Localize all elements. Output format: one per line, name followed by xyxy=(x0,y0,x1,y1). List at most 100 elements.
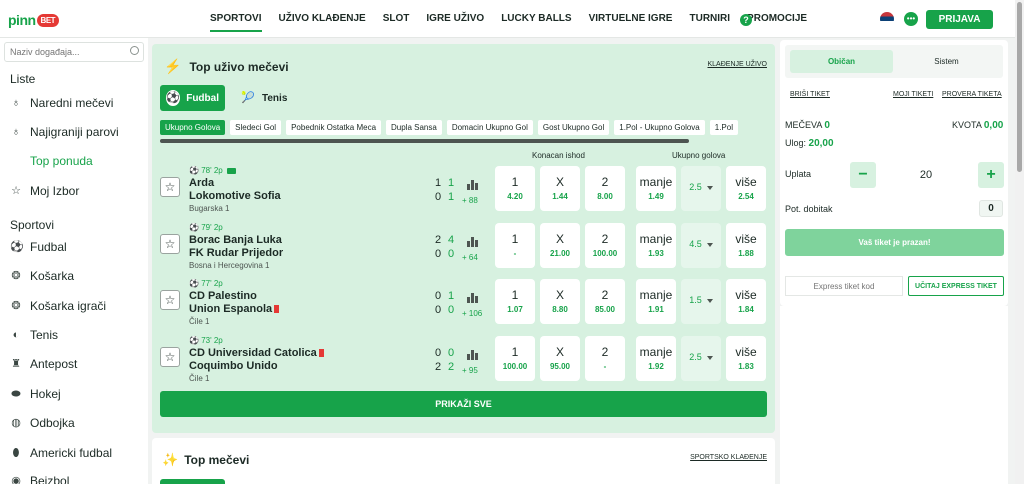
sidebar-item-fudbal[interactable]: ⚽ Fudbal xyxy=(10,240,67,254)
page-scrollbar[interactable] xyxy=(1015,0,1024,484)
search-input[interactable] xyxy=(4,42,144,62)
chat-icon[interactable]: ••• xyxy=(904,12,918,26)
odd-label: X xyxy=(555,288,564,302)
odd-under-button[interactable]: manje 1.93 xyxy=(636,223,676,268)
odd-2-button[interactable]: 2 100.00 xyxy=(585,223,625,268)
favorite-star-icon[interactable]: ☆ xyxy=(160,177,180,197)
sidebar-item-moj-izbor[interactable]: ☆ Moj Izbor xyxy=(10,184,79,198)
nav-uzivo-kladjenje[interactable]: UŽIVO KLAĐENJE xyxy=(279,13,366,32)
favorite-star-icon[interactable]: ☆ xyxy=(160,347,180,367)
more-markets[interactable]: + 64 xyxy=(462,253,478,262)
market-tab[interactable]: Dupla Sansa xyxy=(386,120,442,135)
more-markets[interactable]: + 95 xyxy=(462,366,478,375)
odd-2-button[interactable]: 2 8.00 xyxy=(585,166,625,211)
odd-x-button[interactable]: X 1.44 xyxy=(540,166,580,211)
help-icon[interactable]: ? xyxy=(740,14,752,26)
sidebar-item-antepost[interactable]: ♜ Antepost xyxy=(10,357,77,371)
sidebar-item-kosarka-igraci[interactable]: ❂ Košarka igrači xyxy=(10,299,106,313)
odd-under-button[interactable]: manje 1.91 xyxy=(636,279,676,324)
odd-1-button[interactable]: 1 1.07 xyxy=(495,279,535,324)
sports-betting-link[interactable]: SPORTSKO KLAĐENJE xyxy=(690,454,767,461)
check-ticket-link[interactable]: PROVERA TIKETA xyxy=(942,91,1002,98)
nav-slot[interactable]: SLOT xyxy=(383,13,410,32)
sidebar-item-naredni[interactable]: ♁ Naredni mečevi xyxy=(10,96,114,110)
nav-turniri[interactable]: TURNIRI xyxy=(689,13,730,32)
nav-igre-uzivo[interactable]: IGRE UŽIVO xyxy=(426,13,484,32)
goal-line-select[interactable]: 4.5 xyxy=(681,223,721,268)
nav-promocije[interactable]: PROMOCIJE xyxy=(747,13,807,32)
stats-icon[interactable] xyxy=(467,237,479,247)
match-row[interactable]: ☆ ⚽ 77' 2p CD Palestino Union Espanola Čile … xyxy=(160,279,767,327)
nav-sportovi[interactable]: SPORTOVI xyxy=(210,13,262,32)
odd-under-button[interactable]: manje 1.49 xyxy=(636,166,676,211)
market-tab[interactable]: 1.Pol xyxy=(709,120,738,135)
goal-line-select[interactable]: 2.5 xyxy=(681,336,721,381)
odd-x-button[interactable]: X 8.80 xyxy=(540,279,580,324)
nav-lucky-balls[interactable]: LUCKY BALLS xyxy=(501,13,571,32)
odd-1-button[interactable]: 1- xyxy=(495,223,535,268)
market-tab[interactable]: Sledeci Gol xyxy=(230,120,282,135)
odd-1-button[interactable]: 1 4.20 xyxy=(495,166,535,211)
sidebar-item-odbojka[interactable]: ◍ Odbojka xyxy=(10,416,75,430)
sidebar-item-kosarka[interactable]: ❂ Košarka xyxy=(10,269,74,283)
odd-over-button[interactable]: više 1.88 xyxy=(726,223,766,268)
goal-line-select[interactable]: 2.5 xyxy=(681,166,721,211)
express-code-input[interactable] xyxy=(785,276,903,296)
favorite-star-icon[interactable]: ☆ xyxy=(160,234,180,254)
match-row[interactable]: ☆ ⚽ 78' 2p Arda Lokomotive Sofia Bugarska 1 1… xyxy=(160,166,767,214)
top-sport-tab[interactable] xyxy=(160,479,225,484)
odd-over-button[interactable]: više 2.54 xyxy=(726,166,766,211)
ticket-tab-obican[interactable]: Običan xyxy=(790,50,893,73)
odd-2-button[interactable]: 2- xyxy=(585,336,625,381)
sidebar-item-top-ponuda[interactable]: Top ponuda xyxy=(30,154,93,168)
odd-under-button[interactable]: manje 1.92 xyxy=(636,336,676,381)
odd-2-button[interactable]: 2 85.00 xyxy=(585,279,625,324)
stats-icon[interactable] xyxy=(467,350,479,360)
market-tab[interactable]: Gost Ukupno Gol xyxy=(537,120,610,135)
market-tab[interactable]: Pobednik Ostatka Meca xyxy=(286,120,382,135)
increase-stake-button[interactable]: + xyxy=(978,162,1004,188)
league-name: Čile 1 xyxy=(189,317,210,326)
show-all-button[interactable]: PRIKAŽI SVE xyxy=(160,391,767,417)
odd-over-button[interactable]: više 1.84 xyxy=(726,279,766,324)
sport-tab-tenis[interactable]: 🎾 Tenis xyxy=(234,85,293,111)
stats-icon[interactable] xyxy=(467,180,479,190)
odd-1-button[interactable]: 1 100.00 xyxy=(495,336,535,381)
page-scrollbar-thumb[interactable] xyxy=(1017,2,1022,172)
match-row[interactable]: ☆ ⚽ 79' 2p Borac Banja Luka FK Rudar Prijed… xyxy=(160,223,767,271)
sidebar-item-americki-fudbal[interactable]: ⬮ Americki fudbal xyxy=(10,446,113,460)
load-express-button[interactable]: UČITAJ EXPRESS TIKET xyxy=(908,276,1004,296)
ticket-tab-sistem[interactable]: Sistem xyxy=(895,50,998,73)
more-markets[interactable]: + 106 xyxy=(462,309,482,318)
odd-x-button[interactable]: X 95.00 xyxy=(540,336,580,381)
match-row[interactable]: ☆ ⚽ 73' 2p CD Universidad Catolica Coquimbo… xyxy=(160,336,767,384)
logo[interactable]: pinn BET xyxy=(8,12,60,28)
ticket-empty-button[interactable]: Vaš tiket je prazan! xyxy=(785,229,1004,256)
sidebar-item-najigraniji[interactable]: ♁ Najigraniji parovi xyxy=(10,125,119,139)
sport-tab-fudbal[interactable]: ⚽ Fudbal xyxy=(160,85,225,111)
live-betting-link[interactable]: KLAĐENJE UŽIVO xyxy=(707,61,767,68)
star-icon: ☆ xyxy=(11,185,21,197)
odd-x-button[interactable]: X 21.00 xyxy=(540,223,580,268)
login-button[interactable]: PRIJAVA xyxy=(926,10,993,29)
more-markets[interactable]: + 88 xyxy=(462,196,478,205)
clear-ticket-link[interactable]: BRIŠI TIKET xyxy=(790,91,830,98)
serbian-flag-icon[interactable] xyxy=(880,12,894,26)
market-tab[interactable]: Domacin Ukupno Gol xyxy=(446,120,533,135)
my-tickets-link[interactable]: MOJI TIKETI xyxy=(893,91,933,98)
sidebar-item-hokej[interactable]: ⬬ Hokej xyxy=(10,387,60,401)
search-icon[interactable] xyxy=(130,46,139,55)
market-tab[interactable]: Ukupno Golova xyxy=(160,120,226,135)
decrease-stake-button[interactable]: − xyxy=(850,162,876,188)
market-tab[interactable]: 1.Pol - Ukupno Golova xyxy=(614,120,705,135)
nav-virtuelne-igre[interactable]: VIRTUELNE IGRE xyxy=(589,13,673,32)
stats-icon[interactable] xyxy=(467,293,479,303)
sidebar-item-tenis[interactable]: ◐ Tenis xyxy=(10,328,58,342)
odd-over-button[interactable]: više 1.83 xyxy=(726,336,766,381)
stake-amount[interactable]: 20 xyxy=(896,169,956,181)
market-tabs-scrollbar[interactable] xyxy=(160,139,689,143)
video-icon[interactable] xyxy=(226,167,236,174)
goal-line-select[interactable]: 1.5 xyxy=(681,279,721,324)
favorite-star-icon[interactable]: ☆ xyxy=(160,290,180,310)
sidebar-item-bejzbol[interactable]: ◉ Bejzbol xyxy=(10,474,69,484)
